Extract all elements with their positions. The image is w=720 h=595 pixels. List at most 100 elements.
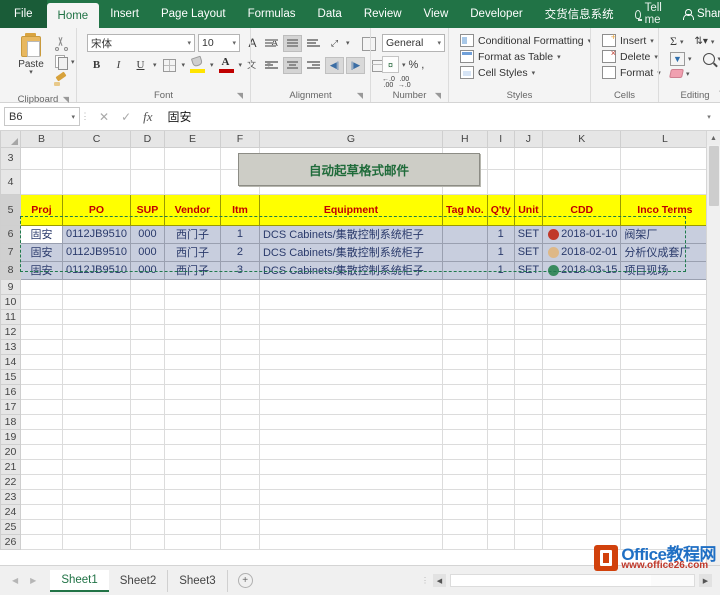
chevron-down-icon[interactable]: ▾ xyxy=(153,61,157,69)
row-header-8[interactable]: 8 xyxy=(0,260,21,280)
horizontal-scrollbar[interactable] xyxy=(450,574,695,587)
cell-D21[interactable] xyxy=(129,458,165,475)
tab-page-layout[interactable]: Page Layout xyxy=(150,0,237,28)
cell-L15[interactable] xyxy=(620,368,710,385)
cell-L14[interactable] xyxy=(620,353,710,370)
decrease-decimal-button[interactable]: .00 →.0 xyxy=(398,76,411,89)
cell-K17[interactable] xyxy=(542,398,622,415)
font-name-combo[interactable]: 宋体 ▾ xyxy=(87,34,195,52)
cell-E16[interactable] xyxy=(163,383,221,400)
cell-I26[interactable] xyxy=(486,533,515,550)
row-header-4[interactable]: 4 xyxy=(0,168,21,195)
cell-E24[interactable] xyxy=(163,503,221,520)
cell-J21[interactable] xyxy=(513,458,544,475)
cell-I21[interactable] xyxy=(486,458,515,475)
cell-G6[interactable]: DCS Cabinets/集散控制系统柜子 xyxy=(258,224,443,244)
chevron-down-icon[interactable]: ▾ xyxy=(711,38,715,46)
column-header-G[interactable]: G xyxy=(258,131,443,148)
cell-J12[interactable] xyxy=(513,323,544,340)
cell-G24[interactable] xyxy=(258,503,443,520)
cell-C14[interactable] xyxy=(62,353,131,370)
cell-I20[interactable] xyxy=(486,443,515,460)
cell-H20[interactable] xyxy=(441,443,488,460)
row-header-15[interactable]: 15 xyxy=(0,368,21,385)
cell-C8[interactable]: 0112JB9510 xyxy=(62,260,131,280)
sort-filter-button[interactable]: ⇅▾ xyxy=(695,36,708,47)
cell-C11[interactable] xyxy=(62,308,131,325)
cell-G26[interactable] xyxy=(258,533,443,550)
cell-G16[interactable] xyxy=(258,383,443,400)
cell-J22[interactable] xyxy=(513,473,544,490)
cell-L22[interactable] xyxy=(620,473,710,490)
cell-G25[interactable] xyxy=(258,518,443,535)
cell-J7[interactable]: SET xyxy=(513,242,544,262)
cell-J17[interactable] xyxy=(513,398,544,415)
table-header-vendor[interactable]: Vendor xyxy=(163,193,221,226)
copy-button[interactable]: ▾ xyxy=(54,54,75,70)
table-header-tag-no[interactable]: Tag No. xyxy=(441,193,488,226)
tab-view[interactable]: View xyxy=(413,0,460,28)
cell-B11[interactable] xyxy=(20,308,63,325)
vertical-scrollbar[interactable]: ▲ xyxy=(706,131,720,565)
cell-I13[interactable] xyxy=(486,338,515,355)
row-header-25[interactable]: 25 xyxy=(0,518,21,535)
cell-J10[interactable] xyxy=(513,293,544,310)
column-header-F[interactable]: F xyxy=(219,131,260,148)
cell-I23[interactable] xyxy=(486,488,515,505)
row-header-21[interactable]: 21 xyxy=(0,458,21,475)
cell-K25[interactable] xyxy=(542,518,622,535)
column-header-B[interactable]: B xyxy=(20,131,63,148)
row-header-14[interactable]: 14 xyxy=(0,353,21,370)
cell-C22[interactable] xyxy=(62,473,131,490)
cell-B22[interactable] xyxy=(20,473,63,490)
cell-K16[interactable] xyxy=(542,383,622,400)
accounting-format-icon[interactable]: ¤ xyxy=(382,56,399,73)
sheet-nav-arrows[interactable]: ◀ ▶ xyxy=(4,576,50,585)
cell-H11[interactable] xyxy=(441,308,488,325)
cell-F24[interactable] xyxy=(219,503,260,520)
table-header-itm[interactable]: Itm xyxy=(219,193,260,226)
column-header-C[interactable]: C xyxy=(62,131,131,148)
chevron-down-icon[interactable]: ▾ xyxy=(402,61,406,69)
cell-D24[interactable] xyxy=(129,503,165,520)
cell-I12[interactable] xyxy=(486,323,515,340)
cell-L17[interactable] xyxy=(620,398,710,415)
chevron-down-icon[interactable]: ▾ xyxy=(346,39,350,47)
cell-K23[interactable] xyxy=(542,488,622,505)
cell-J13[interactable] xyxy=(513,338,544,355)
cell-J23[interactable] xyxy=(513,488,544,505)
cell-D3[interactable] xyxy=(129,146,165,170)
cell-E4[interactable] xyxy=(163,168,221,195)
cell-E13[interactable] xyxy=(163,338,221,355)
scroll-grip-icon[interactable]: ⋮ xyxy=(421,576,429,585)
column-header-L[interactable]: L xyxy=(620,131,710,148)
cell-E3[interactable] xyxy=(163,146,221,170)
cell-D23[interactable] xyxy=(129,488,165,505)
cell-F21[interactable] xyxy=(219,458,260,475)
cell-styles-button[interactable]: Cell Styles ▾ xyxy=(460,66,591,79)
cell-L11[interactable] xyxy=(620,308,710,325)
cell-L21[interactable] xyxy=(620,458,710,475)
cell-C7[interactable]: 0112JB9510 xyxy=(62,242,131,262)
cell-C25[interactable] xyxy=(62,518,131,535)
cell-E26[interactable] xyxy=(163,533,221,550)
row-header-3[interactable]: 3 xyxy=(0,146,21,170)
cell-B20[interactable] xyxy=(20,443,63,460)
cell-D12[interactable] xyxy=(129,323,165,340)
cell-D11[interactable] xyxy=(129,308,165,325)
cell-F23[interactable] xyxy=(219,488,260,505)
fill-button[interactable]: ▼ xyxy=(670,52,685,66)
font-color-button[interactable]: A xyxy=(217,56,236,74)
cell-B26[interactable] xyxy=(20,533,63,550)
paste-button[interactable]: Paste ▾ xyxy=(11,33,51,93)
row-header-22[interactable]: 22 xyxy=(0,473,21,490)
tab-custom-delivery-system[interactable]: 交货信息系统 xyxy=(534,0,625,28)
find-select-icon[interactable] xyxy=(702,53,715,65)
cell-F9[interactable] xyxy=(219,278,260,295)
auto-draft-email-button[interactable]: 自动起草格式邮件 xyxy=(238,153,480,186)
cell-G10[interactable] xyxy=(258,293,443,310)
cell-K7[interactable]: 2018-02-01 xyxy=(542,242,622,262)
format-as-table-button[interactable]: Format as Table ▾ xyxy=(460,50,591,63)
cell-C17[interactable] xyxy=(62,398,131,415)
cell-F16[interactable] xyxy=(219,383,260,400)
